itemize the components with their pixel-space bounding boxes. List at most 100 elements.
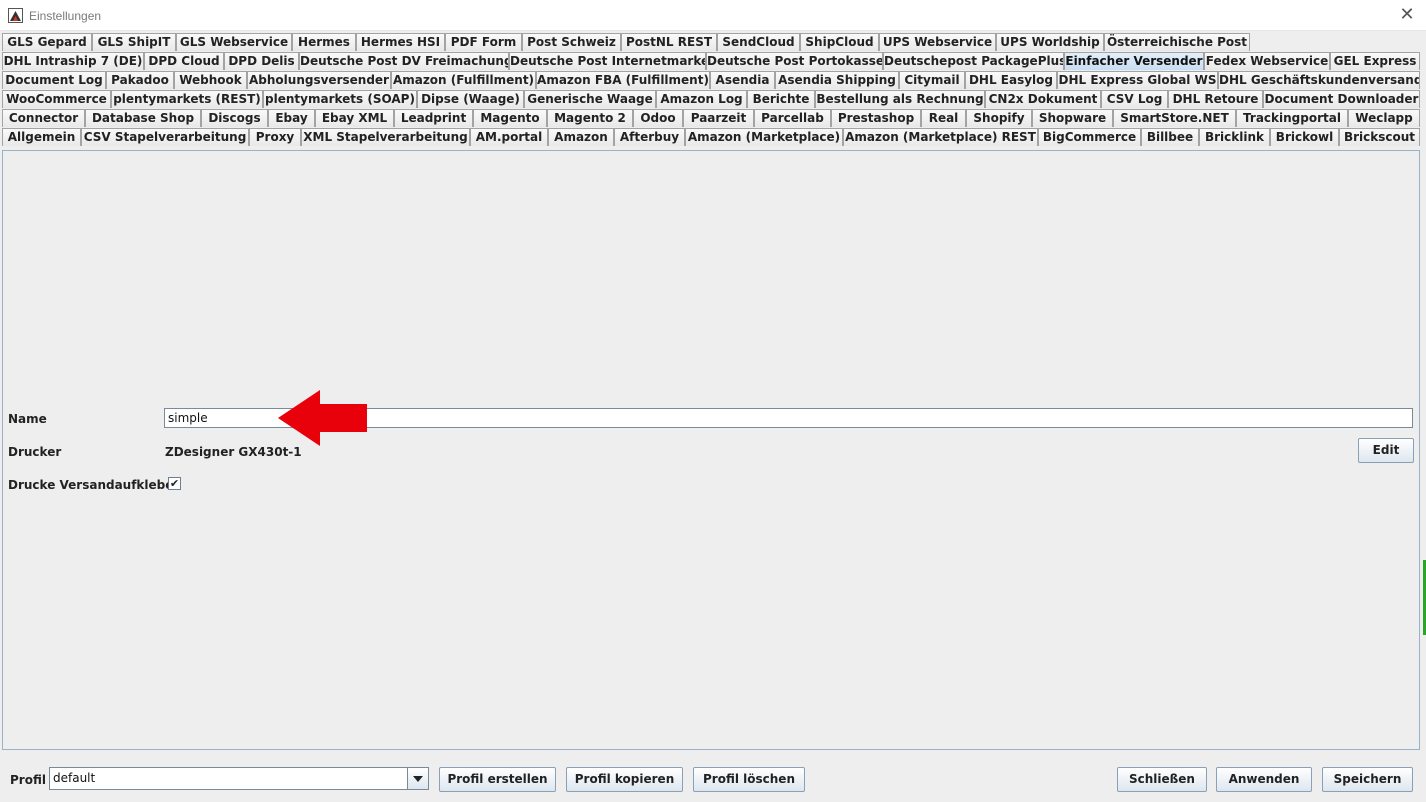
tab-dpd-delis[interactable]: DPD Delis [224, 52, 299, 70]
tab-leadprint[interactable]: Leadprint [394, 109, 473, 127]
tab-asendia[interactable]: Asendia [710, 71, 775, 89]
tab-sendcloud[interactable]: SendCloud [717, 33, 800, 51]
delete-profile-button[interactable]: Profil löschen [693, 767, 805, 792]
tab-shopware[interactable]: Shopware [1032, 109, 1113, 127]
tab-dipse-waage[interactable]: Dipse (Waage) [417, 90, 524, 108]
tab-ebay-xml[interactable]: Ebay XML [315, 109, 394, 127]
apply-button[interactable]: Anwenden [1216, 767, 1312, 792]
tab-paarzeit[interactable]: Paarzeit [683, 109, 754, 127]
tab-xml-stapelverarbeitung[interactable]: XML Stapelverarbeitung [301, 128, 470, 146]
tab-bigcommerce[interactable]: BigCommerce [1038, 128, 1141, 146]
tab-deutsche-post-internetmarke[interactable]: Deutsche Post Internetmarke [509, 52, 706, 70]
tab-amazon-marketplace[interactable]: Amazon (Marketplace) [685, 128, 843, 146]
print-shipping-label-checkbox[interactable]: ✔ [168, 477, 181, 490]
tab-brickowl[interactable]: Brickowl [1270, 128, 1339, 146]
tab-row: DHL Intraship 7 (DE) DPD Cloud DPD Delis De… [2, 52, 1420, 71]
tab-dhl-intraship-7-de[interactable]: DHL Intraship 7 (DE) [2, 52, 144, 70]
tab-dhl-easylog[interactable]: DHL Easylog [965, 71, 1057, 89]
tab-amazon-marketplace-rest[interactable]: Amazon (Marketplace) REST [843, 128, 1038, 146]
tab-gel-express[interactable]: GEL Express [1330, 52, 1420, 70]
tab-trackingportal[interactable]: Trackingportal [1236, 109, 1348, 127]
tab-webhook[interactable]: Webhook [174, 71, 247, 89]
tab-dpd-cloud[interactable]: DPD Cloud [144, 52, 224, 70]
tab-weclapp[interactable]: Weclapp [1348, 109, 1420, 127]
tab-hermes[interactable]: Hermes [292, 33, 356, 51]
tab-row: Connector Database Shop Discogs Ebay Ebay XM… [2, 109, 1420, 128]
tab-csv-log[interactable]: CSV Log [1101, 90, 1168, 108]
tab-pakadoo[interactable]: Pakadoo [106, 71, 174, 89]
tab-citymail[interactable]: Citymail [899, 71, 965, 89]
tab-real[interactable]: Real [921, 109, 966, 127]
tab-billbee[interactable]: Billbee [1141, 128, 1199, 146]
tab-database-shop[interactable]: Database Shop [85, 109, 201, 127]
tab-amazon-fba-fulfillment[interactable]: Amazon FBA (Fulfillment) [536, 71, 710, 89]
tab-gls-shipit[interactable]: GLS ShipIT [92, 33, 176, 51]
red-arrow-left-icon [278, 390, 367, 446]
tab-gls-gepard[interactable]: GLS Gepard [2, 33, 92, 51]
tab-ups-worldship[interactable]: UPS Worldship [996, 33, 1104, 51]
copy-profile-button[interactable]: Profil kopieren [566, 767, 683, 792]
tab-dhl-geschäftskundenversand[interactable]: DHL Geschäftskundenversand [1218, 71, 1420, 89]
save-button[interactable]: Speichern [1322, 767, 1413, 792]
tab-gls-webservice[interactable]: GLS Webservice [176, 33, 292, 51]
tab-proxy[interactable]: Proxy [249, 128, 301, 146]
tab-parcellab[interactable]: Parcellab [754, 109, 831, 127]
create-profile-button[interactable]: Profil erstellen [439, 767, 556, 792]
profile-select[interactable]: default [49, 767, 429, 790]
tab-magento-2[interactable]: Magento 2 [547, 109, 633, 127]
tab-connector[interactable]: Connector [2, 109, 85, 127]
tab-document-log[interactable]: Document Log [2, 71, 106, 89]
tab-plentymarkets-soap[interactable]: plentymarkets (SOAP) [263, 90, 417, 108]
tab-ebay[interactable]: Ebay [268, 109, 315, 127]
tab-afterbuy[interactable]: Afterbuy [614, 128, 685, 146]
tab-dhl-express-global-ws[interactable]: DHL Express Global WS [1057, 71, 1218, 89]
tab-document-downloader[interactable]: Document Downloader [1263, 90, 1420, 108]
tab-ups-webservice[interactable]: UPS Webservice [879, 33, 996, 51]
tab-asendia-shipping[interactable]: Asendia Shipping [775, 71, 899, 89]
tab-shopify[interactable]: Shopify [966, 109, 1032, 127]
tab-fedex-webservice[interactable]: Fedex Webservice [1204, 52, 1330, 70]
tab-abholungsversender[interactable]: Abholungsversender [247, 71, 391, 89]
tab-shipcloud[interactable]: ShipCloud [800, 33, 879, 51]
profile-select-value: default [53, 771, 96, 785]
tab-hermes-hsi[interactable]: Hermes HSI [356, 33, 445, 51]
tab-bricklink[interactable]: Bricklink [1199, 128, 1270, 146]
tab-allgemein[interactable]: Allgemein [2, 128, 81, 146]
tab-csv-stapelverarbeitung[interactable]: CSV Stapelverarbeitung [81, 128, 249, 146]
close-icon[interactable]: ✕ [1394, 4, 1420, 26]
tab-magento[interactable]: Magento [473, 109, 547, 127]
tab-odoo[interactable]: Odoo [633, 109, 683, 127]
tab-deutsche-post-portokasse[interactable]: Deutsche Post Portokasse [706, 52, 883, 70]
tab-smartstore-net[interactable]: SmartStore.NET [1113, 109, 1236, 127]
tab-österreichische-post[interactable]: Österreichische Post [1104, 33, 1250, 51]
tab-amazon-log[interactable]: Amazon Log [656, 90, 747, 108]
printer-value: ZDesigner GX430t-1 [165, 445, 302, 459]
tab-dhl-retoure[interactable]: DHL Retoure [1168, 90, 1263, 108]
tab-deutsche-post-dv-freimachung[interactable]: Deutsche Post DV Freimachung [299, 52, 509, 70]
tab-brickscout[interactable]: Brickscout [1339, 128, 1420, 146]
tab-cn2x-dokument[interactable]: CN2x Dokument [985, 90, 1101, 108]
tab-einfacher-versender[interactable]: Einfacher Versender [1064, 52, 1204, 70]
tab-woocommerce[interactable]: WooCommerce [2, 90, 111, 108]
tab-am-portal[interactable]: AM.portal [470, 128, 548, 146]
tab-postnl-rest[interactable]: PostNL REST [621, 33, 717, 51]
tab-amazon-fulfillment[interactable]: Amazon (Fulfillment) [391, 71, 536, 89]
tab-row: GLS Gepard GLS ShipIT GLS Webservice Hermes… [2, 33, 1250, 52]
tab-amazon[interactable]: Amazon [548, 128, 614, 146]
tab-pdf-form[interactable]: PDF Form [445, 33, 522, 51]
tab-discogs[interactable]: Discogs [201, 109, 268, 127]
profile-dropdown-button[interactable] [407, 768, 428, 789]
tab-plentymarkets-rest[interactable]: plentymarkets (REST) [111, 90, 263, 108]
tab-berichte[interactable]: Berichte [747, 90, 815, 108]
tab-prestashop[interactable]: Prestashop [831, 109, 921, 127]
tab-bestellung-als-rechnung[interactable]: Bestellung als Rechnung [815, 90, 985, 108]
tab-row: WooCommerce plentymarkets (REST) plentymar… [2, 90, 1420, 109]
edit-printer-button[interactable]: Edit [1358, 438, 1414, 463]
close-button[interactable]: Schließen [1117, 767, 1207, 792]
tab-generische-waage[interactable]: Generische Waage [524, 90, 656, 108]
tab-post-schweiz[interactable]: Post Schweiz [522, 33, 621, 51]
window-titlebar: Einstellungen ✕ [0, 0, 1426, 31]
tab-row: Document Log Pakadoo Webhook Abholungsverse… [2, 71, 1420, 90]
triangle-down-icon [413, 776, 423, 782]
tab-deutschepost-packageplus[interactable]: Deutschepost PackagePlus [883, 52, 1064, 70]
